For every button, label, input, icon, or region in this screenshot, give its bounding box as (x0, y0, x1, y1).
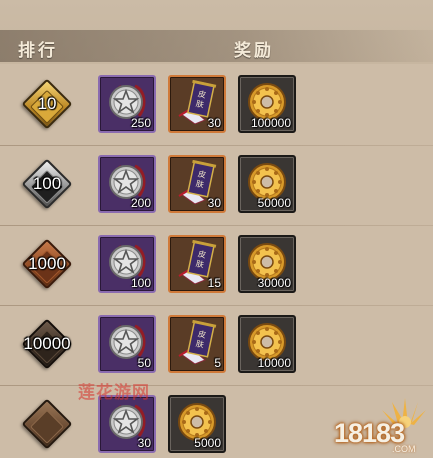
reward-count: 30 (207, 196, 221, 210)
reward-item[interactable]: 50000 (238, 155, 296, 213)
reward-item[interactable]: 250 (98, 75, 156, 133)
rank-value: 10 (37, 94, 57, 113)
rank-value (21, 398, 73, 450)
rank-value: 100 (32, 174, 62, 193)
rank-value: 1000 (28, 254, 66, 273)
reward-count: 250 (130, 116, 151, 130)
reward-item[interactable]: 200 (98, 155, 156, 213)
rank-badge: 10 (21, 78, 73, 130)
scroll-banner-icon: 皮 肤 (175, 319, 219, 365)
reward-item[interactable]: 皮 肤 15 (168, 235, 226, 293)
reward-item[interactable]: 30 (98, 395, 156, 453)
rank-column-header: 排行 (18, 41, 58, 61)
reward-count: 200 (130, 196, 151, 210)
reward-item[interactable]: 50 (98, 315, 156, 373)
reward-row: 100 200 皮 肤 30 50000 (0, 146, 433, 226)
reward-count: 30000 (257, 276, 291, 290)
reward-count: 5000 (194, 436, 221, 450)
reward-row: 10000 50 皮 肤 5 10000 (0, 306, 433, 386)
reward-item[interactable]: 皮 肤 30 (168, 75, 226, 133)
reward-item[interactable]: 皮 肤 30 (168, 155, 226, 213)
reward-count: 10000 (257, 356, 291, 370)
rank-badge: 100 (21, 158, 73, 210)
reward-count: 5 (214, 356, 221, 370)
header-bar (0, 30, 433, 62)
rank-badge: 10000 (21, 318, 73, 370)
reward-item[interactable]: 5000 (168, 395, 226, 453)
reward-count: 50000 (257, 196, 291, 210)
watermark-logo: 18183 .COM (332, 388, 433, 458)
reward-item[interactable]: 皮 肤 5 (168, 315, 226, 373)
reward-item[interactable]: 30000 (238, 235, 296, 293)
rank-badge (21, 398, 73, 450)
watermark-text: 莲花游网 (78, 383, 150, 403)
rank-badge: 1000 (21, 238, 73, 290)
watermark-logo-sub: .COM (392, 444, 416, 454)
reward-item[interactable]: 100000 (238, 75, 296, 133)
reward-item[interactable]: 10000 (238, 315, 296, 373)
rank-value: 10000 (23, 334, 71, 353)
reward-item[interactable]: 100 (98, 235, 156, 293)
reward-count: 30 (137, 436, 151, 450)
reward-count: 15 (207, 276, 221, 290)
reward-count: 50 (137, 356, 151, 370)
reward-count: 100 (130, 276, 151, 290)
reward-column-header: 奖励 (234, 41, 274, 61)
table-header: 排行 奖励 (0, 0, 433, 64)
reward-row: 1000 100 皮 肤 15 30000 (0, 226, 433, 306)
reward-row: 10 250 皮 肤 30 100000 (0, 66, 433, 146)
reward-count: 30 (207, 116, 221, 130)
reward-count: 100000 (250, 116, 291, 130)
